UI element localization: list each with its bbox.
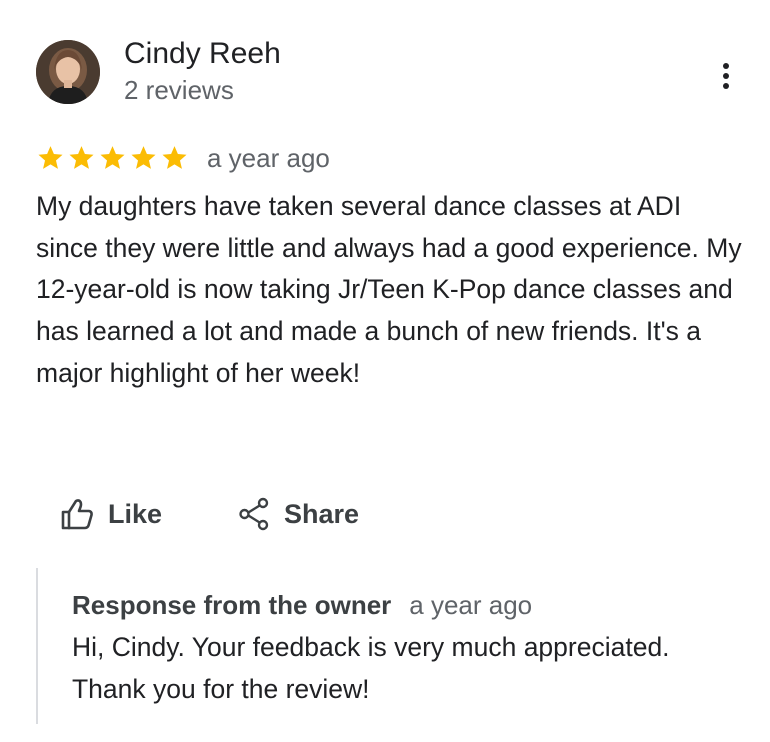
reviewer-name[interactable]: Cindy Reeh xyxy=(124,36,281,72)
star-rating xyxy=(36,144,189,172)
owner-response-date: a year ago xyxy=(409,590,533,620)
like-button[interactable]: Like xyxy=(60,496,238,532)
more-options-button[interactable] xyxy=(710,58,742,94)
owner-response-text: Hi, Cindy. Your feedback is very much ap… xyxy=(72,632,670,704)
owner-response-title: Response from the owner xyxy=(72,590,392,620)
review-date: a year ago xyxy=(207,143,330,173)
star-icon xyxy=(162,146,187,169)
star-icon xyxy=(100,146,125,169)
share-icon xyxy=(239,497,269,531)
share-button[interactable]: Share xyxy=(238,496,359,532)
star-icon xyxy=(38,146,63,169)
like-label: Like xyxy=(108,499,163,529)
review-text: My daughters have taken several dance cl… xyxy=(36,191,742,388)
owner-response: Response from the owner a year ago Hi, C… xyxy=(36,568,738,724)
more-vert-icon xyxy=(723,63,729,89)
rating-row: a year ago xyxy=(36,138,330,178)
star-icon xyxy=(69,146,94,169)
avatar[interactable] xyxy=(36,40,100,104)
share-label: Share xyxy=(284,499,360,529)
review-count: 2 reviews xyxy=(124,75,234,105)
thumb-up-icon xyxy=(61,499,93,530)
star-icon xyxy=(131,146,156,169)
owner-response-header: Response from the owner a year ago xyxy=(72,588,532,622)
review-actions: Like Share xyxy=(60,490,359,538)
